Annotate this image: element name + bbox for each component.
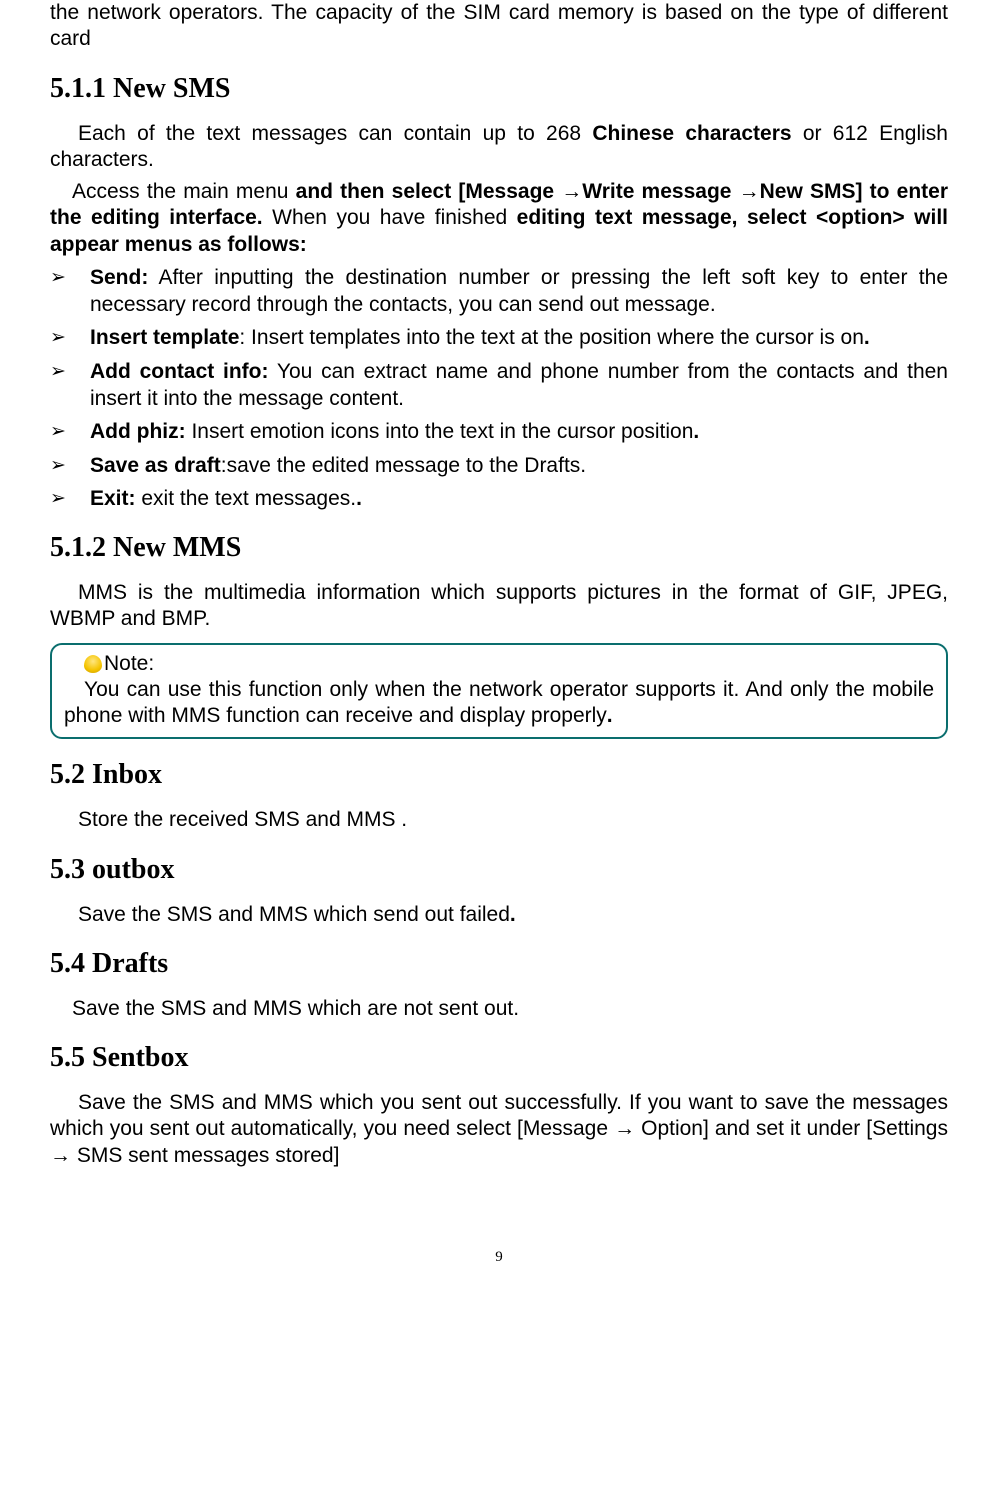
page-container: the network operators. The capacity of t…: [0, 0, 998, 1306]
s511-p1-bold: Chinese characters: [592, 122, 791, 145]
list-item-content: Add contact info: You can extract name a…: [90, 358, 948, 413]
bullet-bold: Insert template: [90, 326, 239, 349]
list-item-content: Send: After inputting the destination nu…: [90, 264, 948, 319]
s511-p2: Access the main menu and then select [Me…: [50, 179, 948, 258]
bullet-rest: Insert emotion icons into the text in th…: [186, 420, 694, 443]
list-item: ➢ Insert template: Insert templates into…: [50, 324, 948, 351]
bullet-bold: Add phiz:: [90, 420, 186, 443]
list-item-content: Add phiz: Insert emotion icons into the …: [90, 418, 948, 445]
bullet-rest: exit the text messages.: [136, 487, 357, 510]
bullet-tail: .: [356, 487, 362, 510]
note-body-a: You can use this function only when the …: [64, 678, 934, 727]
s512-p1: MMS is the multimedia information which …: [50, 580, 948, 633]
note-box: Note: You can use this function only whe…: [50, 643, 948, 740]
s511-p2-text-c: When you have finished: [263, 206, 517, 229]
intro-paragraph: the network operators. The capacity of t…: [50, 0, 948, 53]
s53-p1: Save the SMS and MMS which send out fail…: [50, 902, 948, 928]
list-item-content: Insert template: Insert templates into t…: [90, 324, 948, 351]
heading-5-1-1: 5.1.1 New SMS: [50, 73, 948, 105]
bullet-tail: .: [693, 420, 699, 443]
note-line-2: You can use this function only when the …: [64, 677, 934, 730]
bullet-rest: After inputting the destination number o…: [90, 266, 948, 316]
note-label: Note:: [104, 652, 154, 675]
heading-5-1-2: 5.1.2 New MMS: [50, 532, 948, 564]
lightbulb-icon: [84, 655, 102, 673]
heading-5-5: 5.5 Sentbox: [50, 1042, 948, 1074]
bullet-bold: Save as draft: [90, 454, 221, 477]
list-item: ➢ Exit: exit the text messages..: [50, 485, 948, 512]
heading-5-3: 5.3 outbox: [50, 854, 948, 886]
s511-p1: Each of the text messages can contain up…: [50, 121, 948, 174]
bullet-tail: .: [864, 326, 870, 349]
s53-text-b: .: [510, 903, 516, 926]
list-item: ➢ Send: After inputting the destination …: [50, 264, 948, 319]
bullet-bold: Exit:: [90, 487, 136, 510]
s54-p1: Save the SMS and MMS which are not sent …: [50, 996, 948, 1022]
list-item-content: Save as draft:save the edited message to…: [90, 452, 948, 479]
s511-bullet-list: ➢ Send: After inputting the destination …: [50, 264, 948, 512]
s511-p2-text-a: Access the main menu: [72, 180, 296, 203]
triangle-bullet-icon: ➢: [50, 418, 90, 445]
bullet-bold: Send:: [90, 266, 148, 289]
bullet-bold: Add contact info:: [90, 360, 269, 383]
heading-5-4: 5.4 Drafts: [50, 948, 948, 980]
triangle-bullet-icon: ➢: [50, 264, 90, 319]
s511-p1-text-a: Each of the text messages can contain up…: [78, 122, 592, 145]
list-item: ➢ Save as draft:save the edited message …: [50, 452, 948, 479]
note-line-1: Note:: [64, 651, 934, 677]
list-item-content: Exit: exit the text messages..: [90, 485, 948, 512]
s52-p1: Store the received SMS and MMS .: [50, 807, 948, 833]
list-item: ➢ Add contact info: You can extract name…: [50, 358, 948, 413]
triangle-bullet-icon: ➢: [50, 324, 90, 351]
note-body-b: .: [607, 704, 613, 727]
bullet-rest: :save the edited message to the Drafts.: [221, 454, 586, 477]
heading-5-2: 5.2 Inbox: [50, 759, 948, 791]
triangle-bullet-icon: ➢: [50, 452, 90, 479]
s55-p1: Save the SMS and MMS which you sent out …: [50, 1090, 948, 1169]
triangle-bullet-icon: ➢: [50, 358, 90, 413]
triangle-bullet-icon: ➢: [50, 485, 90, 512]
list-item: ➢ Add phiz: Insert emotion icons into th…: [50, 418, 948, 445]
s53-text-a: Save the SMS and MMS which send out fail…: [78, 903, 510, 926]
page-number: 9: [50, 1249, 948, 1266]
bullet-rest: : Insert templates into the text at the …: [239, 326, 864, 349]
